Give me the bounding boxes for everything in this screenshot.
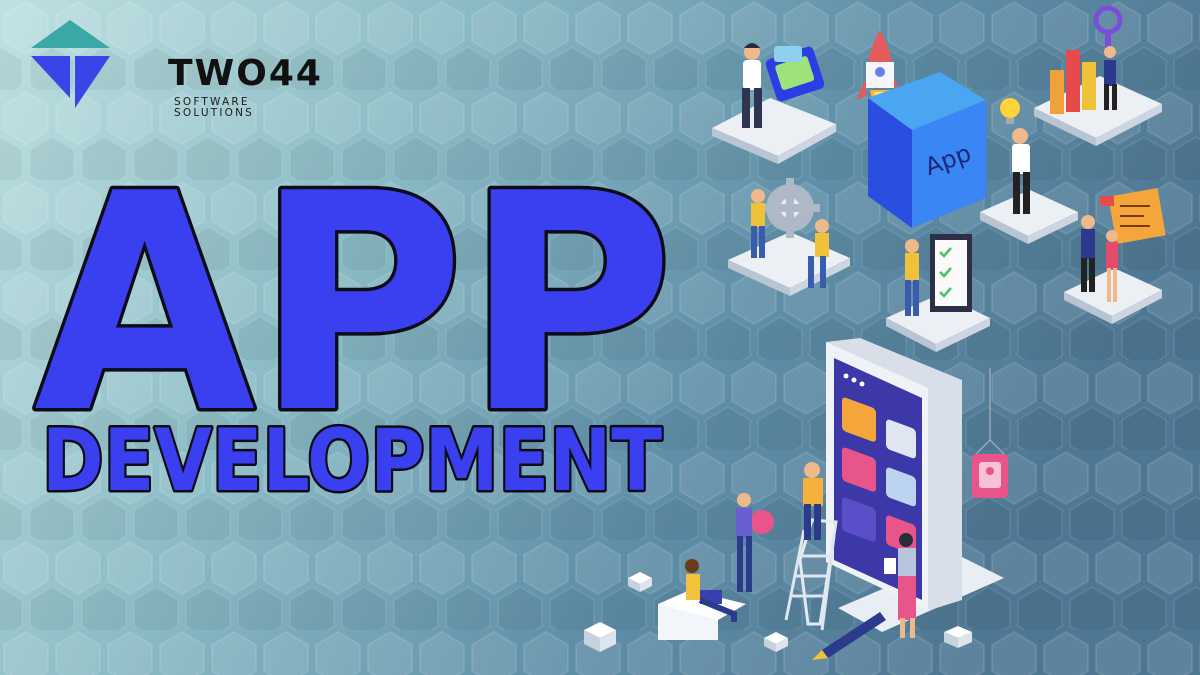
profile-tag-icon: [972, 368, 1008, 498]
brand-name: TWO44: [168, 53, 323, 94]
lightbulb-icon: [1000, 98, 1020, 118]
platform-checklist: [886, 234, 990, 352]
platform-analytics: [1034, 5, 1162, 146]
app-development-illustration: App: [584, 5, 1166, 660]
app-cube: App: [868, 72, 986, 228]
two44-logo-icon: [31, 20, 110, 108]
platform-gear-workers: [728, 178, 850, 296]
platform-code-team: [1064, 188, 1166, 324]
platform-tablet-man: [712, 43, 836, 164]
banner: TWO44 SOFTWARE SOLUTIONS APP DEVELOPMENT: [0, 0, 1200, 675]
brand-tagline: SOFTWARE SOLUTIONS: [174, 96, 255, 119]
brand-logo[interactable]: TWO44 SOFTWARE SOLUTIONS: [28, 18, 328, 118]
